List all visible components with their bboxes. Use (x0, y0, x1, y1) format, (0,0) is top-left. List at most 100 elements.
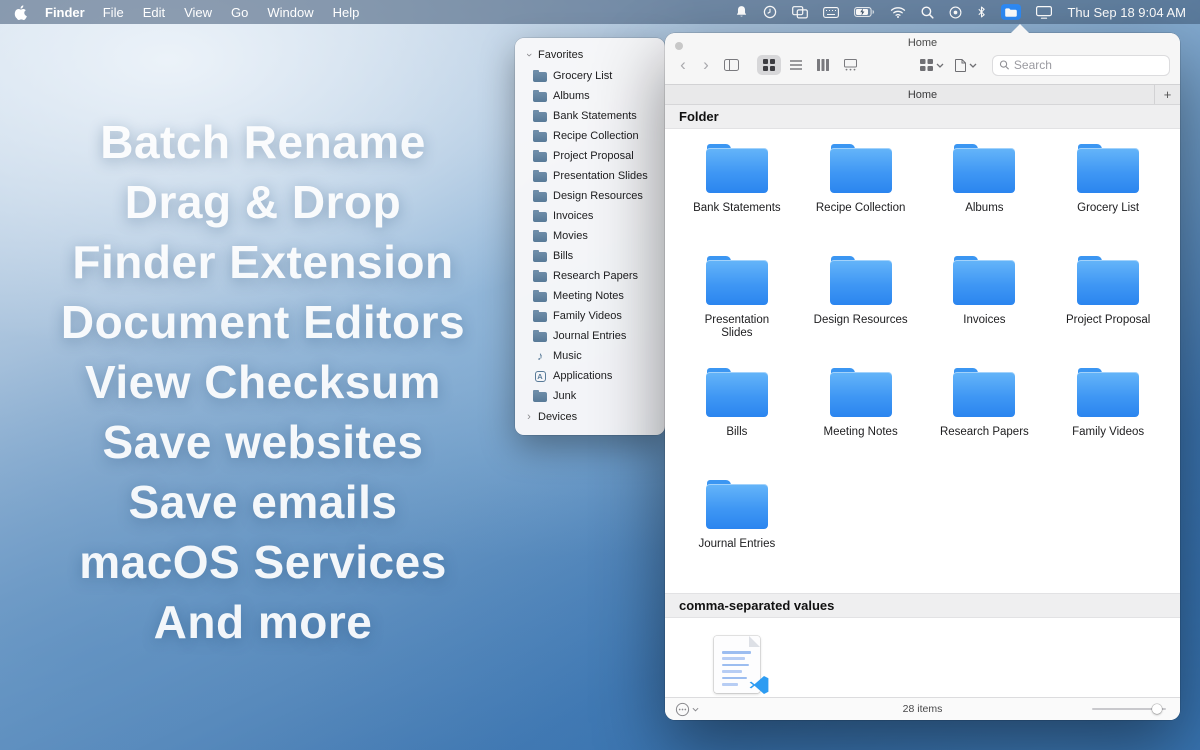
list-view-button[interactable] (784, 55, 808, 75)
sidebar-item-label: Albums (553, 90, 590, 102)
folder-item-label: Bank Statements (693, 202, 781, 215)
sidebar-item[interactable]: Invoices (533, 206, 655, 226)
keyboard-icon[interactable] (823, 7, 839, 18)
sidebar-item-label: Journal Entries (553, 330, 626, 342)
folder-icon (533, 252, 547, 262)
windows-icon[interactable] (792, 6, 808, 19)
search-input[interactable] (1014, 58, 1163, 72)
menu-item[interactable]: File (103, 5, 124, 20)
folder-item[interactable]: Project Proposal (1046, 257, 1170, 369)
folder-item-label: Research Papers (940, 426, 1029, 439)
desktop-feature-line: macOS Services (14, 532, 512, 592)
chevron-right-icon[interactable]: › (525, 411, 533, 423)
sidebar-item[interactable]: Bills (533, 246, 655, 266)
folder-icon (533, 292, 547, 302)
bluetooth-icon[interactable] (977, 5, 986, 19)
icon-size-slider[interactable] (1092, 703, 1166, 715)
window-close-button[interactable] (675, 42, 683, 50)
folder-item[interactable]: Grocery List (1046, 145, 1170, 257)
sidebar-item[interactable]: Family Videos (533, 306, 655, 326)
sidebar-item[interactable]: Albums (533, 86, 655, 106)
folder-item[interactable]: Recipe Collection (799, 145, 923, 257)
file-item[interactable]: User Feedback.csv (675, 634, 799, 697)
tab-home[interactable]: Home (665, 89, 1180, 101)
capture-icon[interactable] (949, 6, 962, 19)
sidebar-item-label: Recipe Collection (553, 130, 639, 142)
sidebar-item[interactable]: Project Proposal (533, 146, 655, 166)
slider-thumb[interactable] (1152, 704, 1162, 714)
back-button[interactable]: ‹ (675, 56, 691, 74)
apple-logo-icon[interactable] (14, 5, 27, 20)
sidebar-item[interactable]: Journal Entries (533, 326, 655, 346)
status-bar: 28 items (665, 697, 1180, 720)
sidebar-item-label: Meeting Notes (553, 290, 624, 302)
folder-item[interactable]: Bills (675, 369, 799, 481)
sidebar-favorites-list: Grocery List Albums Bank Statements Reci… (533, 66, 655, 406)
window-title: Home (673, 37, 1172, 50)
sidebar-toggle-button[interactable] (721, 55, 742, 75)
popover-arrow (1011, 24, 1029, 33)
column-view-button[interactable] (811, 55, 835, 75)
menu-bar-clock[interactable]: Thu Sep 18 9:04 AM (1067, 5, 1186, 20)
sidebar-item[interactable]: Applications (533, 366, 655, 386)
folder-item[interactable]: Family Videos (1046, 369, 1170, 481)
menu-item[interactable]: Edit (143, 5, 165, 20)
folder-item[interactable]: Journal Entries (675, 481, 799, 593)
sidebar-devices-header[interactable]: › Devices (525, 408, 655, 426)
menu-item[interactable]: Go (231, 5, 248, 20)
tab-bar: Home + (665, 84, 1180, 105)
sidebar-favorites-header[interactable]: › Favorites (525, 46, 655, 64)
folder-item[interactable]: Albums (923, 145, 1047, 257)
battery-icon[interactable] (854, 7, 875, 17)
sidebar-item-label: Grocery List (553, 70, 612, 82)
vscode-badge-icon (748, 674, 770, 696)
icon-view-button[interactable] (757, 55, 781, 75)
sidebar-item[interactable]: Music (533, 346, 655, 366)
menu-item[interactable]: Window (267, 5, 313, 20)
folder-item[interactable]: Presentation Slides (675, 257, 799, 369)
folder-item[interactable]: Invoices (923, 257, 1047, 369)
displays-icon[interactable] (1036, 6, 1052, 19)
files-app-icon[interactable] (1001, 4, 1021, 20)
folder-item[interactable]: Bank Statements (675, 145, 799, 257)
menu-item[interactable]: View (184, 5, 212, 20)
notifications-icon[interactable] (735, 5, 748, 19)
sidebar-item-label: Design Resources (553, 190, 643, 202)
status-action-menu[interactable] (675, 702, 699, 717)
folder-item-label: Presentation Slides (688, 314, 786, 340)
wifi-icon[interactable] (890, 6, 906, 18)
sidebar-item[interactable]: Movies (533, 226, 655, 246)
sidebar-item[interactable]: Recipe Collection (533, 126, 655, 146)
sidebar-item[interactable]: Design Resources (533, 186, 655, 206)
chevron-down-icon[interactable]: › (523, 51, 535, 59)
folder-item[interactable]: Research Papers (923, 369, 1047, 481)
finder-window: Home ‹ › (665, 33, 1180, 720)
sidebar-item[interactable]: Grocery List (533, 66, 655, 86)
csv-file-icon (714, 636, 760, 693)
desktop-feature-line: View Checksum (14, 352, 512, 412)
active-app-name[interactable]: Finder (45, 5, 85, 20)
action-dropdown[interactable] (953, 55, 979, 75)
new-tab-button[interactable]: + (1154, 85, 1180, 104)
sidebar-item[interactable]: Presentation Slides (533, 166, 655, 186)
folder-item[interactable]: Design Resources (799, 257, 923, 369)
sidebar-item[interactable]: Meeting Notes (533, 286, 655, 306)
desktop-feature-line: Document Editors (14, 292, 512, 352)
sidebar-item[interactable]: Bank Statements (533, 106, 655, 126)
gallery-view-button[interactable] (838, 55, 862, 75)
group-by-dropdown[interactable] (918, 55, 946, 75)
search-icon (999, 59, 1010, 71)
folder-grid: Bank Statements Recipe Collection Albums… (665, 129, 1180, 593)
spotlight-icon[interactable] (921, 6, 934, 19)
forward-button[interactable]: › (698, 56, 714, 74)
search-field[interactable] (992, 55, 1170, 76)
chevron-down-icon (969, 63, 977, 68)
menu-item[interactable]: Help (333, 5, 360, 20)
sidebar-item[interactable]: Junk (533, 386, 655, 406)
folder-item-label: Invoices (963, 314, 1005, 327)
sidebar-item[interactable]: Research Papers (533, 266, 655, 286)
time-machine-icon[interactable] (763, 5, 777, 19)
ellipsis-circle-icon (675, 702, 690, 717)
folder-icon (533, 152, 547, 162)
folder-item[interactable]: Meeting Notes (799, 369, 923, 481)
